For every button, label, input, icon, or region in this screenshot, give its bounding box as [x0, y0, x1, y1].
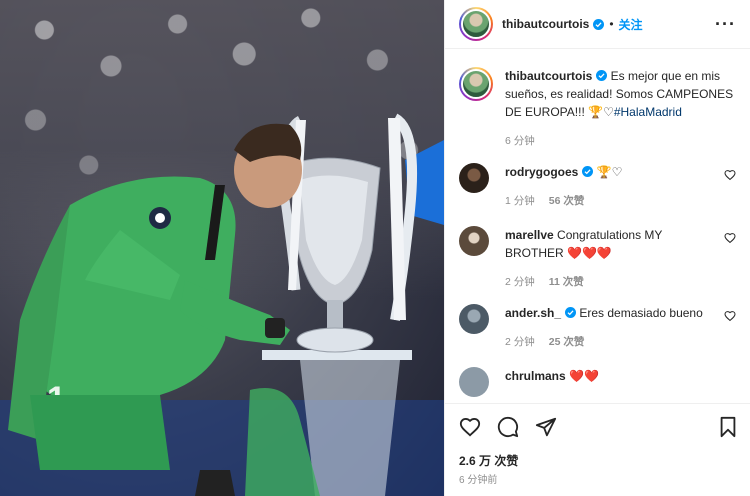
- verified-badge-icon: [593, 18, 605, 30]
- more-options-icon[interactable]: ···: [715, 15, 736, 33]
- caption-hashtag-link[interactable]: #HalaMadrid: [614, 105, 682, 119]
- comment-likes[interactable]: 25 次赞: [549, 333, 585, 351]
- comment-time: 1 分钟: [505, 195, 535, 208]
- comment-item: chrulmans ❤️❤️: [459, 367, 736, 398]
- comment-time: 2 分钟: [505, 336, 535, 349]
- comment-avatar[interactable]: [459, 304, 489, 335]
- post-actions-bar: [445, 403, 750, 450]
- heart-icon[interactable]: [459, 416, 481, 438]
- comment-avatar[interactable]: [459, 163, 489, 194]
- comment-time: 2 分钟: [505, 276, 535, 289]
- post-likes-count[interactable]: 2.6 万 次赞: [445, 450, 750, 472]
- comment-likes[interactable]: 11 次赞: [549, 273, 584, 291]
- comment-username[interactable]: marellve: [505, 228, 554, 242]
- comment-icon[interactable]: [497, 416, 519, 438]
- trophy: [279, 113, 418, 353]
- comment-username[interactable]: ander.sh_: [505, 306, 561, 320]
- comment-item: marellve Congratulations MY BROTHER ❤️❤️…: [459, 226, 736, 291]
- caption-avatar[interactable]: [459, 67, 493, 102]
- comment-likes[interactable]: 56 次赞: [549, 192, 585, 210]
- caption-username[interactable]: thibautcourtois: [505, 69, 592, 83]
- comment-text: ❤️❤️: [565, 369, 599, 384]
- comment-text: 🏆♡: [593, 165, 623, 180]
- author-avatar[interactable]: [459, 7, 493, 42]
- verified-badge-icon: [582, 166, 594, 178]
- comment-avatar[interactable]: [459, 367, 489, 398]
- comment-text: Eres demasiado bueno: [576, 306, 703, 321]
- comment-username[interactable]: rodrygogoes: [505, 165, 578, 179]
- comments-list: thibautcourtois Es mejor que en mis sueñ…: [445, 49, 750, 403]
- save-icon[interactable]: [718, 416, 738, 438]
- heart-icon[interactable]: [724, 310, 736, 322]
- post-photo[interactable]: 1: [0, 0, 444, 496]
- header-separator: •: [609, 17, 614, 32]
- post-side-panel: thibautcourtois • 关注 ··· thibautcourtois…: [444, 0, 750, 496]
- verified-badge-icon: [565, 307, 577, 319]
- comment-username[interactable]: chrulmans: [505, 369, 566, 383]
- caption-time: 6 分钟: [505, 135, 535, 148]
- follow-button[interactable]: 关注: [619, 16, 643, 33]
- post-header: thibautcourtois • 关注 ···: [445, 0, 750, 50]
- post-time-ago: 6 分钟前: [459, 475, 498, 487]
- verified-badge-icon: [596, 70, 608, 82]
- comment-avatar[interactable]: [459, 226, 489, 257]
- caption-emoji: 🏆♡: [588, 105, 614, 120]
- heart-icon[interactable]: [724, 169, 736, 181]
- comment-hearts: ❤️❤️❤️: [567, 246, 612, 261]
- photo-illustration: 1: [0, 113, 444, 496]
- comment-item: ander.sh_ Eres demasiado bueno 2 分钟 25 次赞: [459, 304, 736, 351]
- caption-row: thibautcourtois Es mejor que en mis sueñ…: [459, 67, 736, 150]
- author-username[interactable]: thibautcourtois: [502, 17, 589, 31]
- heart-icon[interactable]: [724, 232, 736, 244]
- comment-item: rodrygogoes 🏆♡ 1 分钟 56 次赞: [459, 163, 736, 210]
- share-icon[interactable]: [535, 416, 557, 438]
